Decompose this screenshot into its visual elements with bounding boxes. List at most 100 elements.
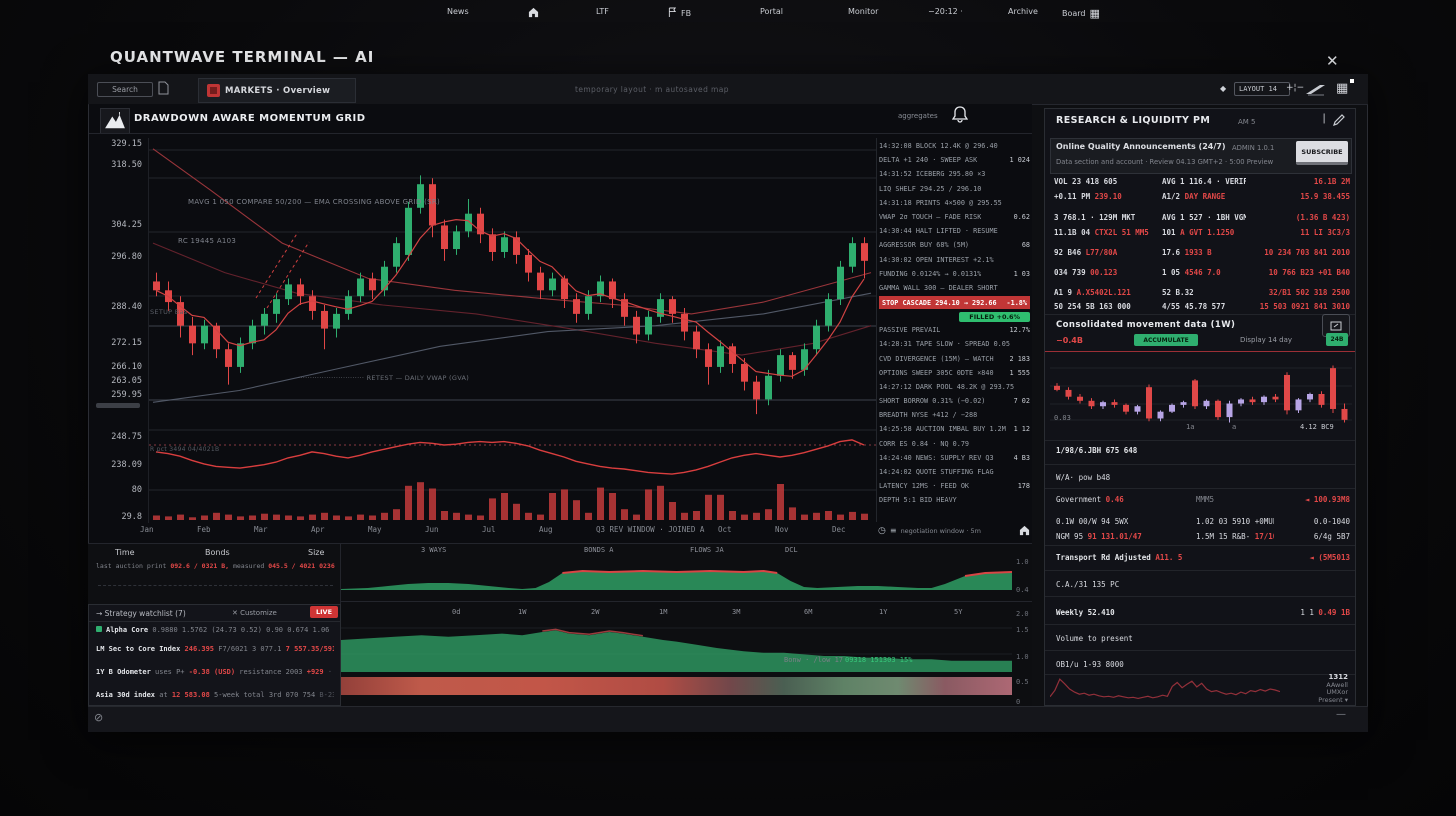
text-segment: MMM5 (1196, 495, 1214, 504)
feed-item[interactable]: PASSIVE PREVAIL12.7% (879, 323, 1030, 337)
layout-input[interactable] (1234, 82, 1290, 96)
quote-cell: 3 768.1 · 129M MKT (1054, 213, 1158, 222)
close-icon[interactable]: ✕ (1326, 52, 1339, 70)
time-sales-row[interactable]: last auction print 092.6 / 0321 B, measu… (96, 562, 336, 570)
home-icon[interactable] (1019, 521, 1030, 540)
tab-markets-overview[interactable]: MARKETS · Overview (198, 78, 356, 103)
flow-xlabel: 6M (804, 608, 812, 616)
col-header-time[interactable]: Time (115, 548, 135, 557)
stat-row-label[interactable]: Volume to present (1056, 634, 1226, 643)
search-button[interactable]: Search (97, 82, 153, 97)
feed-item[interactable]: DEPTH 5:1 BID HEAVY (879, 493, 1030, 507)
price-axis-label: 304.25 (90, 220, 142, 230)
resize-mark[interactable]: — (1336, 709, 1346, 720)
feed-item[interactable]: 14:31:18 PRINTS 4×500 @ 295.55 (879, 196, 1030, 210)
grid-layout-icon[interactable]: ▦ (1336, 81, 1348, 96)
overlay-lines (153, 149, 871, 402)
stat-row-label[interactable]: C.A./31 135 PC (1056, 580, 1226, 589)
price-axis-label: 238.09 (90, 460, 142, 470)
feed-value: 0.62 (1014, 213, 1030, 221)
feed-item[interactable]: OPTIONS SWEEP 305C 0DTE ×8401 555 (879, 366, 1030, 380)
feed-item[interactable]: 14:24:40 NEWS: SUPPLY REV Q34 B3 (879, 451, 1030, 465)
stat-row-value: 0.0-1040 (1250, 517, 1350, 526)
compare-icon[interactable]: +¦− (1286, 83, 1304, 93)
main-candlestick-chart[interactable] (148, 138, 876, 523)
display-range-label[interactable]: Display 14 day (1240, 336, 1292, 344)
stat-row-label[interactable]: W/A· pow b48 (1056, 473, 1226, 482)
strategy-row[interactable]: Asia 30d index at 12 583.08 5-week total… (96, 691, 334, 699)
feed-text: 14:30:02 OPEN INTEREST +2.1% (879, 256, 994, 264)
footer-item-monitor[interactable]: Monitor (848, 7, 878, 16)
feed-item[interactable]: SHORT BORROW 0.31% (−0.02)7 02 (879, 394, 1030, 408)
feed-item[interactable]: FUNDING 0.0124% → 0.0131%1 03 (879, 267, 1030, 281)
feed-item[interactable]: 14:31:52 ICEBERG 295.80 ×3 (879, 167, 1030, 181)
feed-item[interactable]: VWAP 2σ TOUCH — FADE RISK0.62 (879, 210, 1030, 224)
quote-cell: 17.6 1933 B (1162, 248, 1246, 257)
price-axis-label: 80 (90, 485, 142, 495)
edit-pen-icon[interactable] (1332, 112, 1346, 131)
strategy-row[interactable]: 1Y B Odometer uses P+ -0.38 (USD) resist… (96, 668, 334, 676)
footer-item[interactable] (528, 7, 539, 20)
stat-row-label[interactable]: Transport Rd Adjusted A11. 5 (1056, 553, 1226, 562)
feed-item[interactable]: BREADTH NYSE +412 / −288 (879, 408, 1030, 422)
subscribe-button[interactable]: SUBSCRIBE (1296, 141, 1348, 165)
axis-divider-handle[interactable] (96, 403, 140, 408)
footer-item-board[interactable]: Board▦ (1062, 7, 1100, 20)
stat-row-value: ◄ (5M5013 (1250, 553, 1350, 562)
footer-item-ltf[interactable]: LTF (596, 7, 609, 16)
col-header-size[interactable]: Size (308, 548, 324, 557)
feed-item[interactable]: CVD DIVERGENCE (15M) — WATCH2 183 (879, 351, 1030, 365)
text-segment: 91 131.01/47 (1088, 532, 1142, 541)
aggregates-label: aggregates (898, 112, 938, 120)
stat-row-label[interactable]: OB1/u 1-93 8000 (1056, 660, 1226, 669)
feed-item[interactable]: 14:32:08 BLOCK 12.4K @ 296.40 (879, 139, 1030, 153)
strategy-row[interactable]: Alpha Core 0.9880 1.5762 (24.73 0.52) 0.… (96, 626, 334, 634)
draw-pen-icon[interactable] (1304, 82, 1328, 101)
footer-item-2012[interactable]: −20:12 · (928, 7, 963, 16)
fill-pill[interactable]: FILLED +0.6% (959, 312, 1030, 322)
feed-alert-row[interactable]: STOP CASCADE 294.10 → 292.66-1.8% (879, 296, 1030, 309)
window-title: QUANTWAVE TERMINAL — AI (110, 48, 374, 66)
footer-item-news[interactable]: News (447, 7, 469, 16)
footer-item-portal[interactable]: Portal (760, 7, 783, 16)
green-chip[interactable]: 24B (1326, 333, 1348, 346)
strategy-divider (89, 621, 340, 622)
quote-cell: 4/55 45.78 577 (1162, 302, 1246, 311)
footer-item-archive[interactable]: Archive (1008, 7, 1038, 16)
strategy-row[interactable]: LM Sec to Core Index 246.395 F7/6021 3 0… (96, 645, 334, 653)
feed-text: 14:24:40 NEWS: SUPPLY REV Q3 (879, 454, 994, 462)
strategy-customize[interactable]: ✕ Customize (232, 609, 277, 617)
col-header-bonds[interactable]: Bonds (205, 548, 230, 557)
feed-item[interactable]: 14:27:12 DARK POOL 48.2K @ 293.75 (879, 380, 1030, 394)
text-segment: 50 254 5B 163 000 (1054, 302, 1131, 311)
chart-title: DRAWDOWN AWARE MOMENTUM GRID (134, 113, 366, 124)
feed-item[interactable]: 14:30:02 OPEN INTEREST +2.1% (879, 253, 1030, 267)
feed-item[interactable]: GAMMA WALL 300 — DEALER SHORT (879, 281, 1030, 295)
text-segment: 11 LI 3C3/3 (1300, 228, 1350, 237)
mini-label-bl: 0.03 (1054, 414, 1071, 422)
feed-item[interactable]: DELTA +1 240 · SWEEP ASK1 024 (879, 153, 1030, 167)
file-icon[interactable] (158, 80, 169, 99)
alert-value: -1.8% (1007, 299, 1027, 307)
feed-item[interactable]: 14:24:02 QUOTE STUFFING FLAG (879, 465, 1030, 479)
feed-item[interactable]: 14:28:31 TAPE SLOW · SPREAD 0.05 (879, 337, 1030, 351)
text-segment: 1 05 (1162, 268, 1185, 277)
footer-item-fb[interactable]: FB (668, 7, 691, 20)
time-axis-label: Jun (425, 525, 439, 534)
feed-item[interactable]: 14:30:44 HALT LIFTED · RESUME (879, 224, 1030, 238)
menu-icon[interactable]: ≡ (890, 526, 897, 535)
flow-ylabel: 0.5 (1016, 678, 1029, 686)
feed-text: 14:32:08 BLOCK 12.4K @ 296.40 (879, 142, 998, 150)
stat-row-label[interactable]: 1/98/6.JBH 675 648 (1056, 446, 1226, 455)
feed-item[interactable]: AGGRESSOR BUY 68% (5M)68 (879, 238, 1030, 252)
feed-status-row: ◷ ≡ negotiation window · 5m (878, 523, 1030, 538)
footer-label: FB (681, 9, 691, 18)
feed-item[interactable]: CORR ES 0.84 · NQ 0.79 (879, 437, 1030, 451)
feed-item[interactable]: 14:25:58 AUCTION IMBAL BUY 1.2M1 12 (879, 422, 1030, 436)
bell-icon[interactable] (952, 106, 968, 127)
sidebar-subtitle: AM 5 (1238, 118, 1256, 126)
feed-item[interactable]: LIQ SHELF 294.25 / 296.10 (879, 182, 1030, 196)
text-segment: NGM 95 (1056, 532, 1088, 541)
feed-item[interactable]: LATENCY 12MS · FEED OK178 (879, 479, 1030, 493)
stat-row-label[interactable]: Weekly 52.410 (1056, 608, 1226, 617)
